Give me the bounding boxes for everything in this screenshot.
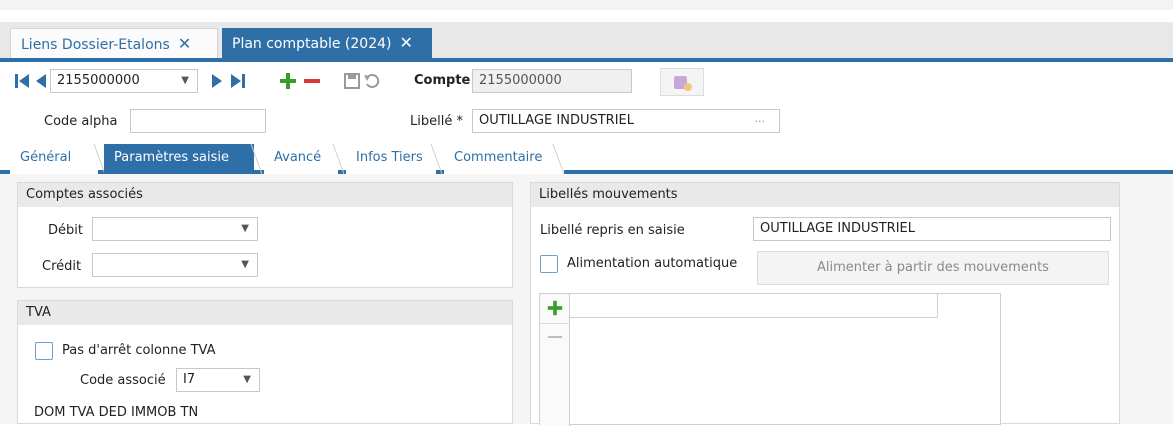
tab-parametres-saisie[interactable]: Paramètres saisie xyxy=(104,144,254,174)
alimenter-button[interactable]: Alimenter à partir des mouvements xyxy=(757,251,1109,285)
debit-label: Débit xyxy=(48,223,83,238)
libelle-input[interactable]: OUTILLAGE INDUSTRIEL ... xyxy=(472,109,780,133)
last-record-icon[interactable] xyxy=(228,71,248,91)
tab-label: Plan comptable (2024) xyxy=(232,36,392,52)
grid-new-row[interactable] xyxy=(570,294,938,318)
panel-title: Comptes associés xyxy=(18,183,512,207)
tva-description: DOM TVA DED IMMOB TN xyxy=(34,405,199,420)
previous-record-icon[interactable] xyxy=(34,71,48,91)
libelle-repris-label: Libellé repris en saisie xyxy=(540,223,685,238)
divider xyxy=(540,323,570,324)
remove-icon[interactable] xyxy=(302,71,322,91)
tab-liens-dossier-etalons[interactable]: Liens Dossier-Etalons ✕ xyxy=(10,28,218,58)
chevron-down-icon: ▼ xyxy=(241,259,249,270)
tab-general[interactable]: Général xyxy=(10,144,98,174)
compte-label: Compte xyxy=(414,73,471,88)
tab-infos-tiers[interactable]: Infos Tiers xyxy=(346,144,436,174)
close-icon[interactable]: ✕ xyxy=(399,33,412,52)
tab-avance[interactable]: Avancé xyxy=(264,144,338,174)
credit-select[interactable]: ▼ xyxy=(92,253,258,277)
credit-label: Crédit xyxy=(42,259,82,274)
libelle-repris-input[interactable]: OUTILLAGE INDUSTRIEL xyxy=(753,217,1111,241)
debit-select[interactable]: ▼ xyxy=(92,217,258,241)
comptes-associes-panel: Comptes associés Débit ▼ Crédit ▼ xyxy=(17,182,513,288)
save-icon[interactable] xyxy=(342,71,362,91)
undo-icon[interactable] xyxy=(362,71,382,91)
libelle-label: Libellé * xyxy=(410,114,463,129)
pas-arret-label: Pas d'arrêt colonne TVA xyxy=(62,343,216,358)
code-associe-value: I7 xyxy=(183,372,196,387)
tva-panel: TVA Pas d'arrêt colonne TVA Code associé… xyxy=(17,300,513,424)
account-card-button[interactable] xyxy=(660,68,704,96)
chevron-down-icon: ▼ xyxy=(241,223,249,234)
first-record-icon[interactable] xyxy=(12,71,32,91)
window-top-strip xyxy=(0,0,1173,10)
next-record-icon[interactable] xyxy=(210,71,224,91)
card-icon xyxy=(674,76,692,91)
account-select[interactable]: 2155000000 ▼ xyxy=(50,69,198,93)
tab-commentaire[interactable]: Commentaire xyxy=(444,144,564,174)
grid-side-toolbar xyxy=(540,294,570,426)
panel-title: Libellés mouvements xyxy=(531,183,1119,207)
compte-field: 2155000000 xyxy=(472,69,632,93)
more-options-icon[interactable]: ... xyxy=(755,110,766,130)
libelles-mouvements-panel: Libellés mouvements Libellé repris en sa… xyxy=(530,182,1120,426)
pas-arret-checkbox[interactable] xyxy=(35,342,53,360)
tab-plan-comptable[interactable]: Plan comptable (2024) ✕ xyxy=(222,28,432,58)
code-alpha-label: Code alpha xyxy=(44,114,118,129)
chevron-down-icon: ▼ xyxy=(243,374,251,385)
libelle-value: OUTILLAGE INDUSTRIEL xyxy=(479,113,634,128)
remove-row-icon[interactable] xyxy=(546,328,564,346)
tab-label: Liens Dossier-Etalons xyxy=(21,37,170,53)
panel-title: TVA xyxy=(18,301,512,325)
add-icon[interactable] xyxy=(278,71,298,91)
close-icon[interactable]: ✕ xyxy=(178,34,191,53)
add-row-icon[interactable] xyxy=(546,299,564,317)
code-associe-select[interactable]: I7 ▼ xyxy=(176,368,260,392)
inner-tab-bar: Général Paramètres saisie Avancé Infos T… xyxy=(0,140,1173,174)
alimentation-auto-checkbox[interactable] xyxy=(540,255,558,273)
mouvements-grid xyxy=(539,293,1001,426)
document-tab-bar: Liens Dossier-Etalons ✕ Plan comptable (2… xyxy=(0,22,1173,62)
alimentation-auto-label: Alimentation automatique xyxy=(567,256,738,271)
chevron-down-icon: ▼ xyxy=(181,75,189,86)
code-alpha-input[interactable] xyxy=(130,109,266,133)
code-associe-label: Code associé xyxy=(80,373,166,388)
account-select-value: 2155000000 xyxy=(57,73,140,88)
